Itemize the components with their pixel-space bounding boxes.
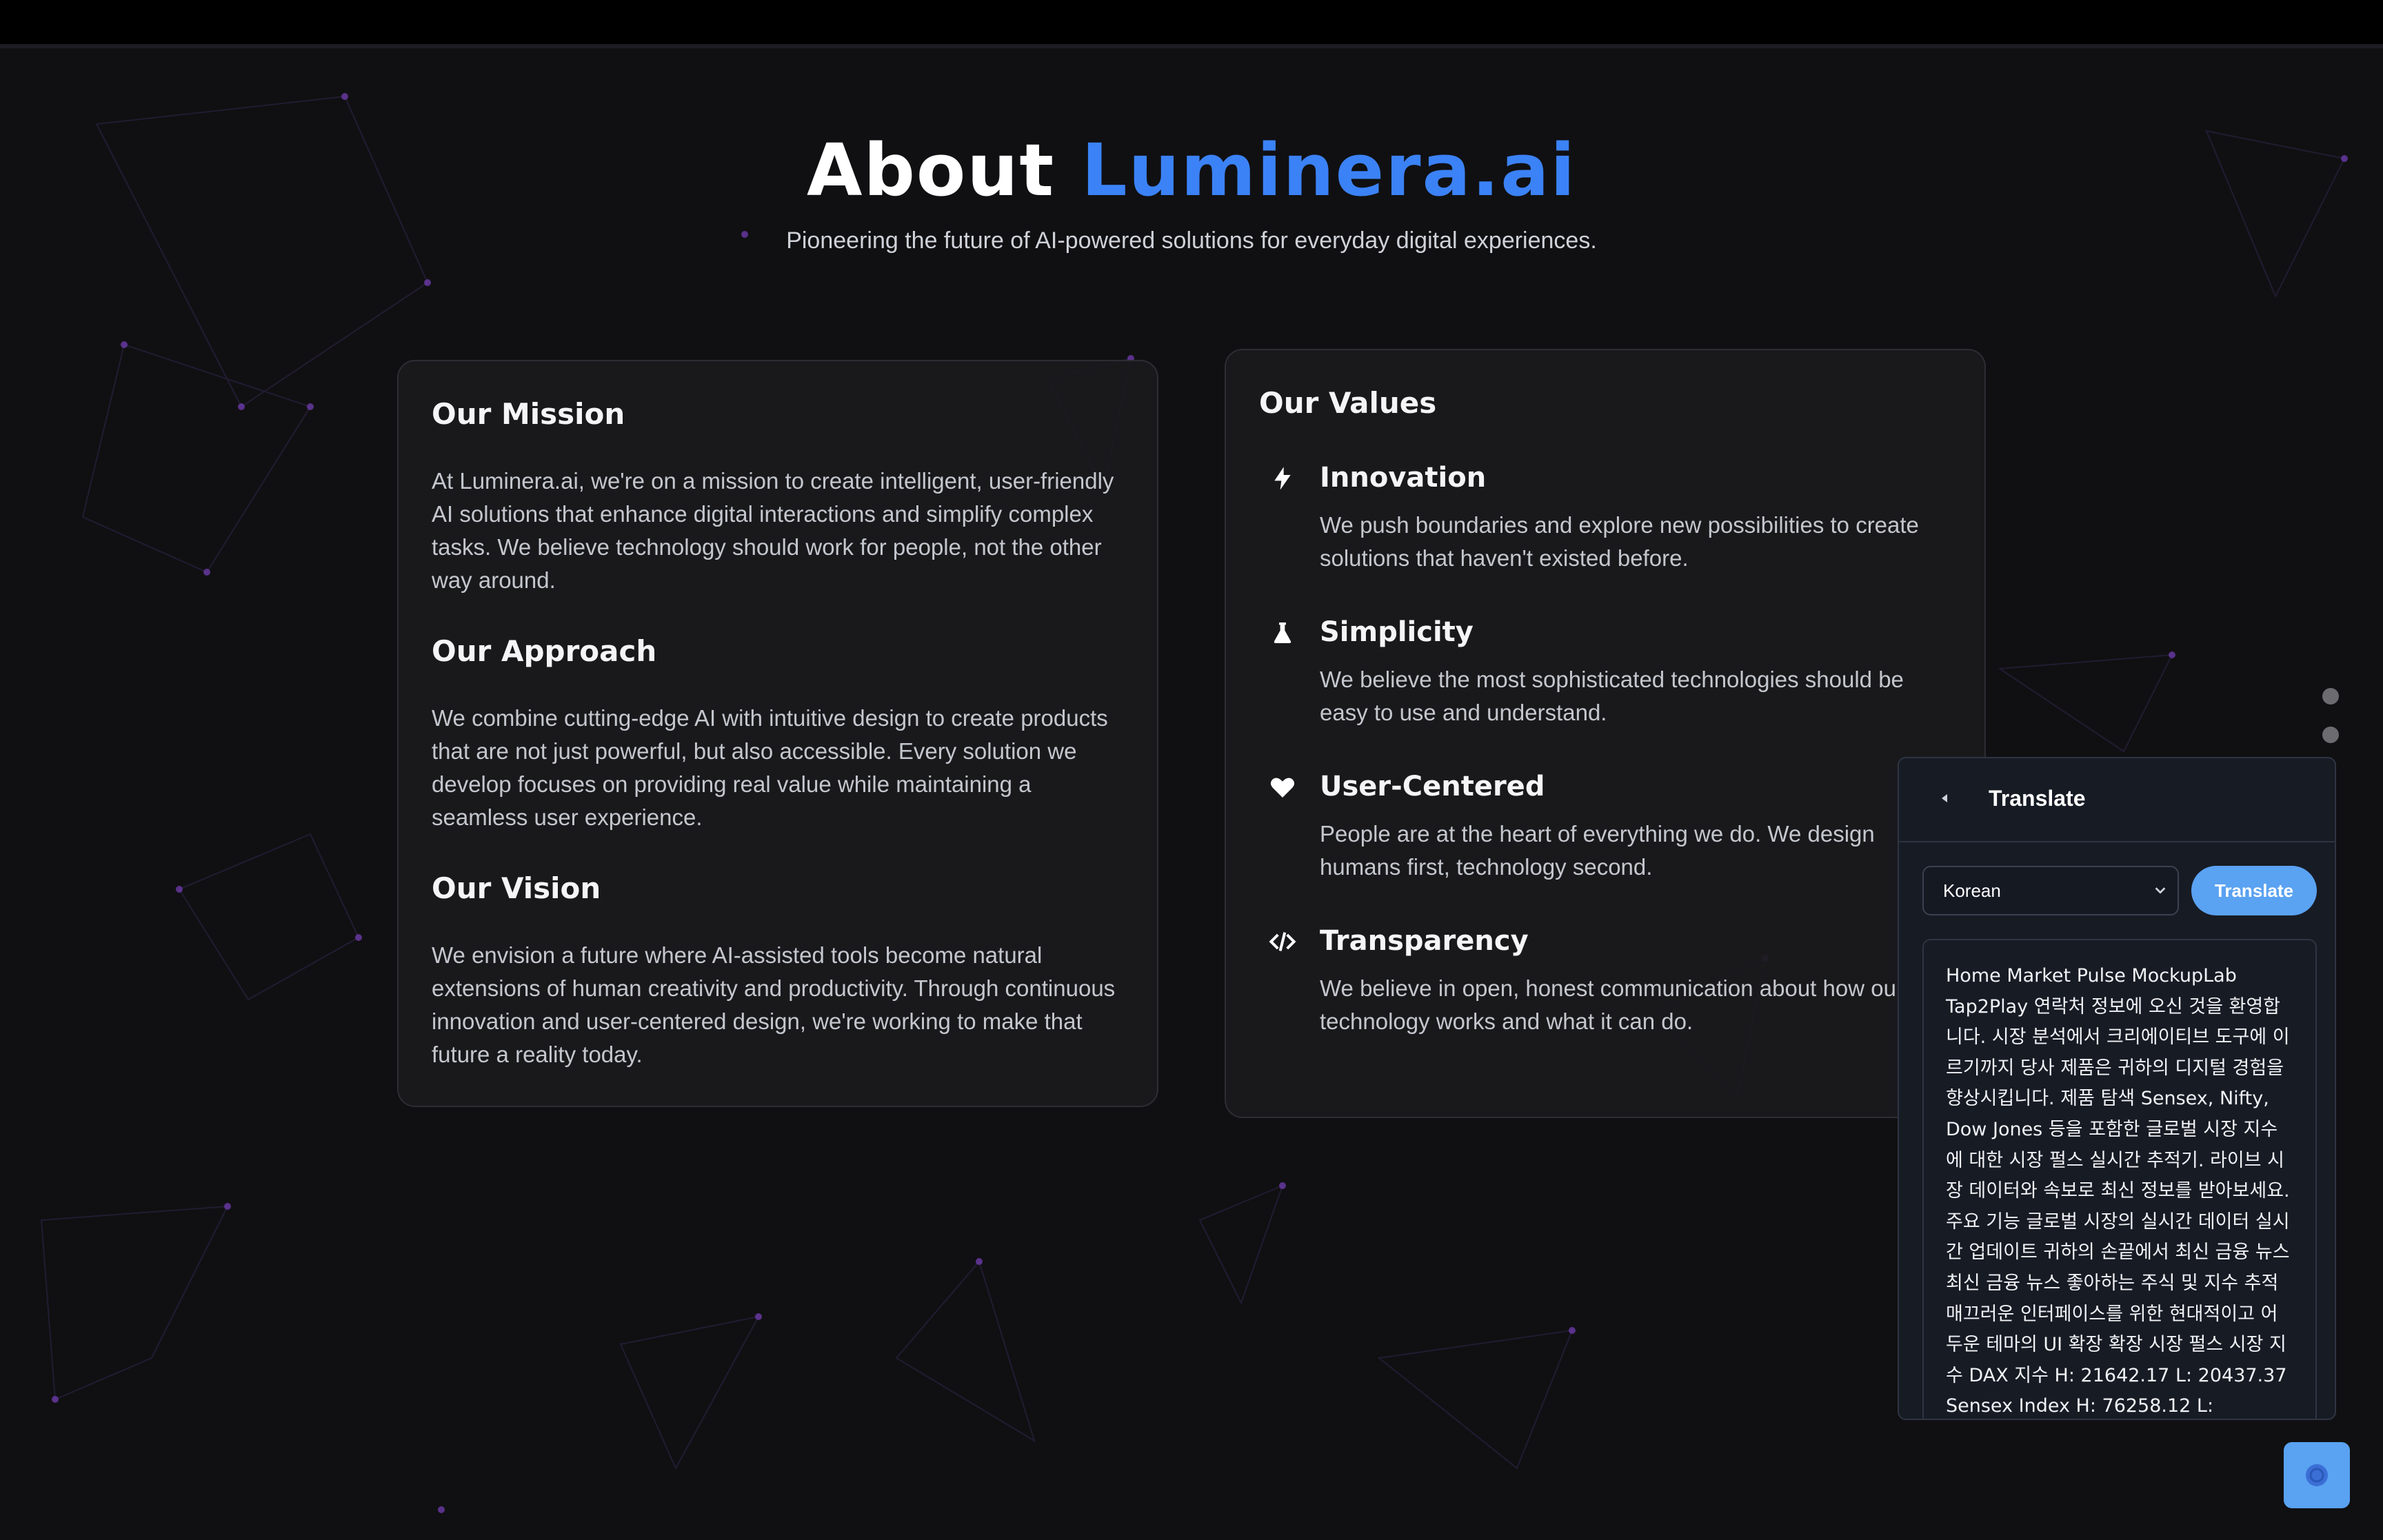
vision-text: We envision a future where AI-assisted t… [432, 942, 1116, 1067]
approach-text: We combine cutting-edge AI with intuitiv… [432, 705, 1108, 830]
translate-panel-header: Translate [1899, 758, 2335, 842]
page-indicator-dot-1[interactable] [2322, 688, 2339, 705]
about-card: Our Mission At Luminera.ai, we're on a m… [397, 360, 1158, 1107]
code-icon [1269, 932, 1296, 951]
title-accent: Luminera.ai [1081, 128, 1577, 212]
value-desc-innovation: We push boundaries and explore new possi… [1320, 512, 1919, 571]
value-title-user-centered: User-Centered [1320, 771, 1545, 802]
assistant-fab-button[interactable] [2284, 1442, 2350, 1508]
values-heading: Our Values [1259, 386, 1437, 420]
back-arrow-icon[interactable] [1938, 790, 1951, 807]
page-subtitle: Pioneering the future of AI-powered solu… [786, 227, 1597, 254]
translate-panel-title: Translate [1989, 786, 2086, 811]
values-card: Our Values Innovation We push boundaries… [1225, 349, 1986, 1118]
value-title-innovation: Innovation [1320, 462, 1487, 494]
translation-result: Home Market Pulse MockupLab Tap2Play 연락처… [1922, 939, 2317, 1419]
assistant-icon [2306, 1464, 2328, 1486]
mission-text: At Luminera.ai, we're on a mission to cr… [432, 468, 1114, 593]
title-prefix: About [806, 128, 1082, 212]
vision-heading: Our Vision [432, 871, 601, 905]
value-desc-simplicity: We believe the most sophisticated techno… [1320, 667, 1904, 725]
page-title: About Luminera.ai [0, 128, 2383, 212]
flask-icon [1274, 622, 1291, 643]
value-desc-user-centered: People are at the heart of everything we… [1320, 821, 1875, 880]
mission-heading: Our Mission [432, 397, 625, 431]
heart-icon [1270, 778, 1295, 798]
lightning-icon [1274, 467, 1291, 490]
page-indicator-dot-2[interactable] [2322, 727, 2339, 743]
language-select-value: Korean [1943, 880, 2001, 901]
chevron-down-icon [2155, 887, 2166, 894]
language-select[interactable]: Korean [1922, 866, 2179, 915]
value-desc-transparency: We believe in open, honest communication… [1320, 975, 1904, 1034]
browser-top-bar [0, 0, 2383, 48]
value-title-transparency: Transparency [1320, 925, 1529, 957]
translate-button[interactable]: Translate [2191, 866, 2317, 915]
translate-panel: Translate Korean Translate Home Market P… [1898, 757, 2336, 1420]
approach-heading: Our Approach [432, 634, 657, 668]
value-title-simplicity: Simplicity [1320, 616, 1474, 648]
